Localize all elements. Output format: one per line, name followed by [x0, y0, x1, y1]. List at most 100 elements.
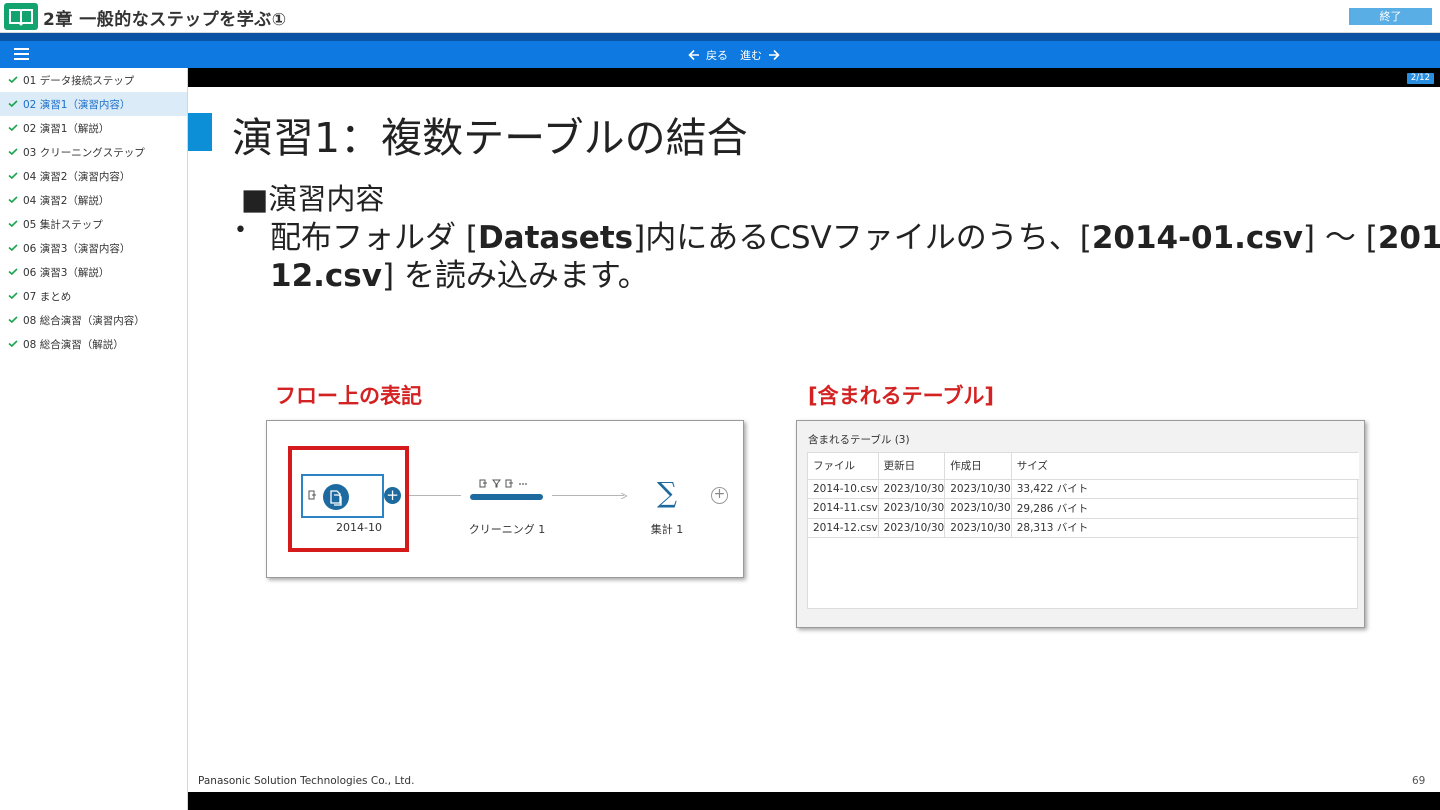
sidebar-item-06-explanation[interactable]: 06 演習3（解説）: [0, 260, 187, 284]
column-header-created[interactable]: 作成日: [944, 453, 1012, 480]
table-cell: 2023/10/30: [878, 479, 946, 499]
table-cell: 2023/10/30: [944, 518, 1012, 538]
hamburger-menu-icon[interactable]: [14, 48, 29, 60]
arrow-right-icon: [769, 49, 780, 60]
sidebar-item-label: 02 演習1（解説）: [23, 122, 110, 135]
input-entry-icon: [308, 490, 316, 500]
table-cell: 2014-11.csv: [808, 498, 879, 519]
table-cell: 28,313 バイト: [1011, 518, 1359, 538]
back-label: 戻る: [706, 48, 728, 62]
check-icon: [8, 99, 18, 107]
cleaning-node-label: クリーニング 1: [468, 523, 546, 536]
table-header-row: ファイル 更新日 作成日 サイズ: [808, 453, 1359, 480]
course-title: 2章 一般的なステップを学ぶ①: [43, 10, 287, 30]
table-cell: 2023/10/30: [878, 518, 946, 538]
check-icon: [8, 147, 18, 155]
table-cell: 2023/10/30: [878, 498, 946, 519]
sidebar-item-label: 07 まとめ: [23, 290, 72, 303]
sidebar-item-03[interactable]: 03 クリーニングステップ: [0, 140, 187, 164]
sidebar-item-label: 08 総合演習（演習内容）: [23, 314, 145, 327]
table-row[interactable]: 2014-12.csv 2023/10/30 2023/10/30 28,313…: [808, 518, 1359, 538]
sidebar-item-07[interactable]: 07 まとめ: [0, 284, 187, 308]
slide-bottom-bar: [188, 792, 1440, 810]
sidebar-item-02-exercise[interactable]: 02 演習1（演習内容）: [0, 92, 187, 116]
sidebar-item-label: 08 総合演習（解説）: [23, 338, 124, 351]
sidebar-item-label: 02 演習1（演習内容）: [23, 98, 131, 111]
finish-button[interactable]: 終了: [1349, 8, 1432, 25]
check-icon: [8, 267, 18, 275]
app-header: 2章 一般的なステップを学ぶ① 終了: [0, 0, 1440, 33]
tables-heading: [含まれるテーブル]: [808, 384, 994, 408]
table-row[interactable]: 2014-11.csv 2023/10/30 2023/10/30 29,286…: [808, 498, 1359, 519]
sidebar-item-label: 03 クリーニングステップ: [23, 146, 145, 159]
clean-step-icons: [479, 479, 528, 488]
sidebar-item-01[interactable]: 01 データ接続ステップ: [0, 68, 187, 92]
sidebar-item-label: 06 演習3（演習内容）: [23, 242, 131, 255]
book-icon: [4, 3, 38, 30]
tables-screenshot-panel: 含まれるテーブル (3) ファイル 更新日 作成日 サイズ 2014-10.cs…: [796, 420, 1365, 628]
sidebar-item-08-explanation[interactable]: 08 総合演習（解説）: [0, 332, 187, 356]
sidebar-item-06-exercise[interactable]: 06 演習3（演習内容）: [0, 236, 187, 260]
next-label: 進む: [740, 48, 762, 62]
check-icon: [8, 171, 18, 179]
table-cell: 2014-12.csv: [808, 518, 879, 538]
nav-controls: 戻る 進む: [688, 41, 780, 68]
arrow-left-icon: [688, 49, 699, 60]
bullet-text: ]内にあるCSVファイルのうち、[: [633, 220, 1092, 256]
files-table: ファイル 更新日 作成日 サイズ 2014-10.csv 2023/10/30 …: [808, 453, 1359, 538]
nav-bar: 戻る 進む: [0, 41, 1440, 68]
table-icon: [479, 479, 487, 488]
footer-page-number: 69: [1412, 775, 1426, 787]
title-accent-bar: [188, 113, 212, 151]
check-icon: [8, 243, 18, 251]
footer-company: Panasonic Solution Technologies Co., Ltd…: [198, 775, 415, 787]
input-node-label: 2014-10: [336, 521, 382, 534]
tables-grid-container: ファイル 更新日 作成日 サイズ 2014-10.csv 2023/10/30 …: [807, 452, 1359, 609]
flow-connector: [552, 492, 627, 499]
bullet-text: ] ～ [: [1302, 220, 1378, 256]
bullet-marker: •: [234, 218, 247, 243]
slide-title: 演習1：複数テーブルの結合: [232, 114, 748, 162]
tables-caption: 含まれるテーブル (3): [808, 434, 910, 446]
add-step-circle-icon[interactable]: +: [711, 487, 728, 504]
sidebar-item-label: 04 演習2（解説）: [23, 194, 110, 207]
next-button[interactable]: 進む: [740, 47, 780, 63]
cleaning-step-node[interactable]: [470, 494, 543, 500]
column-header-size[interactable]: サイズ: [1011, 453, 1359, 480]
check-icon: [8, 75, 18, 83]
page-indicator: 2/12: [1406, 73, 1434, 84]
check-icon: [8, 315, 18, 323]
table-row[interactable]: 2014-10.csv 2023/10/30 2023/10/30 33,422…: [808, 479, 1359, 499]
rename-icon: [505, 479, 513, 488]
flow-heading: フロー上の表記: [275, 384, 422, 408]
sidebar-item-label: 05 集計ステップ: [23, 218, 103, 231]
sidebar-item-02-explanation[interactable]: 02 演習1（解説）: [0, 116, 187, 140]
check-icon: [8, 123, 18, 131]
check-icon: [8, 291, 18, 299]
sidebar-item-04-explanation[interactable]: 04 演習2（解説）: [0, 188, 187, 212]
sidebar-item-08-exercise[interactable]: 08 総合演習（演習内容）: [0, 308, 187, 332]
table-cell: 2023/10/30: [944, 498, 1012, 519]
input-node[interactable]: [301, 474, 384, 518]
arrowhead-icon: [621, 492, 627, 499]
bullet-text: ] を読み込みます。: [381, 258, 649, 294]
add-step-plus-icon[interactable]: +: [384, 487, 401, 504]
sidebar-item-label: 04 演習2（演習内容）: [23, 170, 131, 183]
sidebar-item-label: 01 データ接続ステップ: [23, 74, 135, 87]
bullet-bold-text: 2014-: [1377, 220, 1440, 256]
bullet-text-line-2: 12.csv] を読み込みます。: [270, 250, 649, 295]
column-header-file[interactable]: ファイル: [808, 453, 879, 480]
more-icon: [519, 483, 527, 485]
table-cell: 2014-10.csv: [808, 479, 879, 499]
column-header-modified[interactable]: 更新日: [878, 453, 946, 480]
check-icon: [8, 195, 18, 203]
header-stripe: [0, 33, 1440, 41]
back-button[interactable]: 戻る: [688, 47, 740, 63]
filter-icon: [492, 479, 501, 488]
bullet-bold-text: 2014-01.csv: [1091, 220, 1303, 256]
lesson-sidebar: 01 データ接続ステップ 02 演習1（演習内容） 02 演習1（解説） 03 …: [0, 68, 188, 810]
sidebar-item-04-exercise[interactable]: 04 演習2（演習内容）: [0, 164, 187, 188]
table-cell: 29,286 バイト: [1011, 498, 1359, 519]
sidebar-item-05[interactable]: 05 集計ステップ: [0, 212, 187, 236]
sigma-aggregate-icon[interactable]: ∑: [657, 476, 677, 509]
